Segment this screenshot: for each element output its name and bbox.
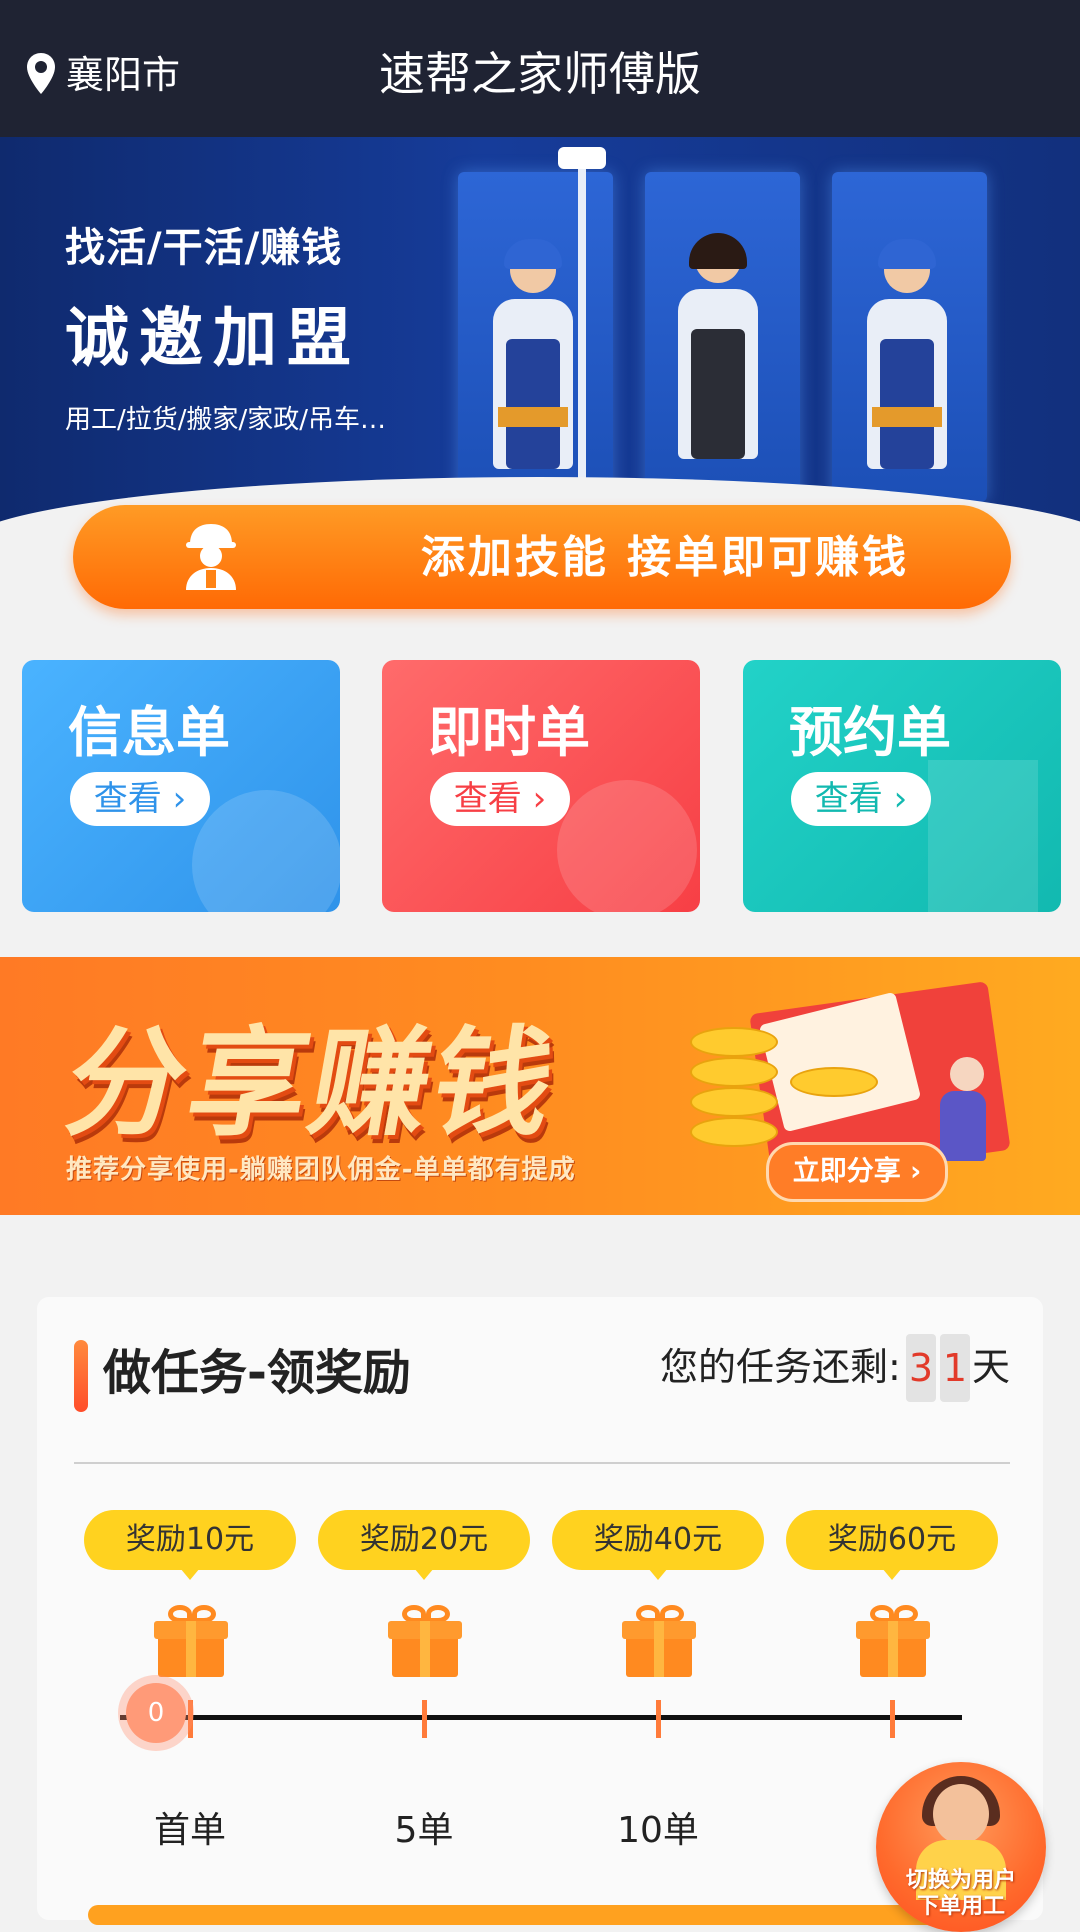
- share-banner[interactable]: 分享赚钱 推荐分享使用-躺赚团队佣金-单单都有提成 立即分享 ›: [0, 957, 1080, 1215]
- booking-order-view-button[interactable]: 查看 ›: [791, 772, 931, 826]
- banner-line1: 找活/干活/赚钱: [65, 225, 343, 271]
- share-now-button[interactable]: 立即分享 ›: [766, 1142, 948, 1202]
- share-headline: 分享赚钱: [55, 1014, 569, 1152]
- worker-illustration-1: [488, 239, 578, 477]
- add-skill-label[interactable]: 添加技能 接单即可赚钱: [0, 530, 1080, 586]
- paint-roller-icon: [558, 147, 606, 169]
- coin-icon: [790, 1067, 878, 1097]
- gift-icon: [856, 1605, 930, 1677]
- person-body-icon: [940, 1091, 986, 1161]
- worker-illustration-3: [862, 239, 952, 477]
- switch-label-line2: 下单用工: [916, 1894, 1005, 1919]
- coin-icon: [690, 1057, 778, 1087]
- worker-illustration-2: [673, 233, 763, 467]
- booking-order-title: 预约单: [789, 701, 951, 764]
- next-section-edge: [88, 1905, 988, 1925]
- paint-bucket-icon: [557, 780, 697, 912]
- instant-order-title: 即时单: [428, 701, 590, 764]
- remaining-unit: 天: [972, 1345, 1011, 1389]
- coin-icon: [690, 1027, 778, 1057]
- stage-label: 10单: [617, 1810, 699, 1851]
- reward-badge: 奖励20元: [318, 1510, 530, 1580]
- gift-icon: [154, 1605, 228, 1677]
- paint-roller-pole: [578, 152, 586, 482]
- progress-indicator: 0: [126, 1683, 186, 1743]
- worker-silhouette-icon: [192, 790, 340, 912]
- info-order-title: 信息单: [68, 701, 230, 764]
- share-subline: 推荐分享使用-躺赚团队佣金-单单都有提成: [66, 1155, 576, 1185]
- app-title: 速帮之家师傅版: [379, 47, 701, 101]
- progress-tick: [656, 1700, 661, 1738]
- banner-line2: 诚邀加盟: [65, 302, 361, 376]
- progress-tick: [890, 1700, 895, 1738]
- progress-tick: [188, 1700, 193, 1738]
- stage-label: 5单: [394, 1810, 454, 1851]
- coin-icon: [690, 1087, 778, 1117]
- top-bar: 襄阳市 速帮之家师傅版: [0, 0, 1080, 137]
- instant-order-view-button[interactable]: 查看 ›: [430, 772, 570, 826]
- switch-label: 切换为用户 下单用工: [876, 1868, 1046, 1920]
- reward-badge: 奖励40元: [552, 1510, 764, 1580]
- stage-label: 首单: [153, 1810, 226, 1851]
- info-order-view-button[interactable]: 查看 ›: [70, 772, 210, 826]
- gift-icon: [622, 1605, 696, 1677]
- progress-tick: [422, 1700, 427, 1738]
- switch-label-line1: 切换为用户: [905, 1868, 1016, 1893]
- banner-line3: 用工/拉货/搬家/家政/吊车…: [65, 405, 387, 435]
- task-title-accent: [74, 1340, 88, 1412]
- switch-to-user-button[interactable]: 切换为用户 下单用工: [876, 1762, 1046, 1932]
- building-icon: [928, 760, 1038, 912]
- remaining-digit: 1: [940, 1334, 970, 1402]
- coin-icon: [690, 1117, 778, 1147]
- instant-order-card[interactable]: 即时单 查看 ›: [382, 660, 700, 912]
- progress-track: [120, 1715, 962, 1720]
- remaining-digit: 3: [906, 1334, 936, 1402]
- task-title: 做任务-领奖励: [103, 1345, 411, 1401]
- person-head-icon: [950, 1057, 984, 1091]
- task-remaining-label: 您的任务还剩:: [660, 1345, 901, 1389]
- reward-badge: 奖励10元: [84, 1510, 296, 1580]
- info-order-card[interactable]: 信息单 查看 ›: [22, 660, 340, 912]
- gift-icon: [388, 1605, 462, 1677]
- booking-order-card[interactable]: 预约单 查看 ›: [743, 660, 1061, 912]
- divider: [74, 1462, 1010, 1464]
- avatar-face-icon: [933, 1784, 989, 1844]
- reward-badge: 奖励60元: [786, 1510, 998, 1580]
